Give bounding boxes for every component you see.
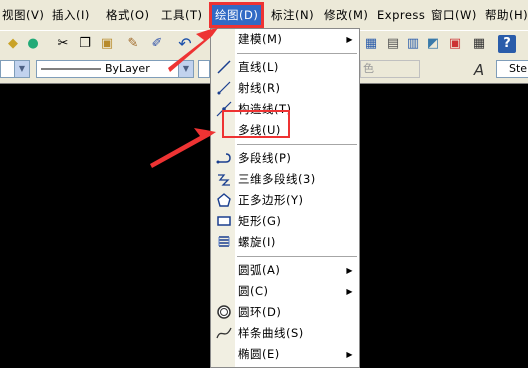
annotation-arrow-icon: [168, 28, 218, 72]
annotation-arrows: [150, 28, 218, 168]
annotation-arrow-icon: [150, 128, 216, 168]
